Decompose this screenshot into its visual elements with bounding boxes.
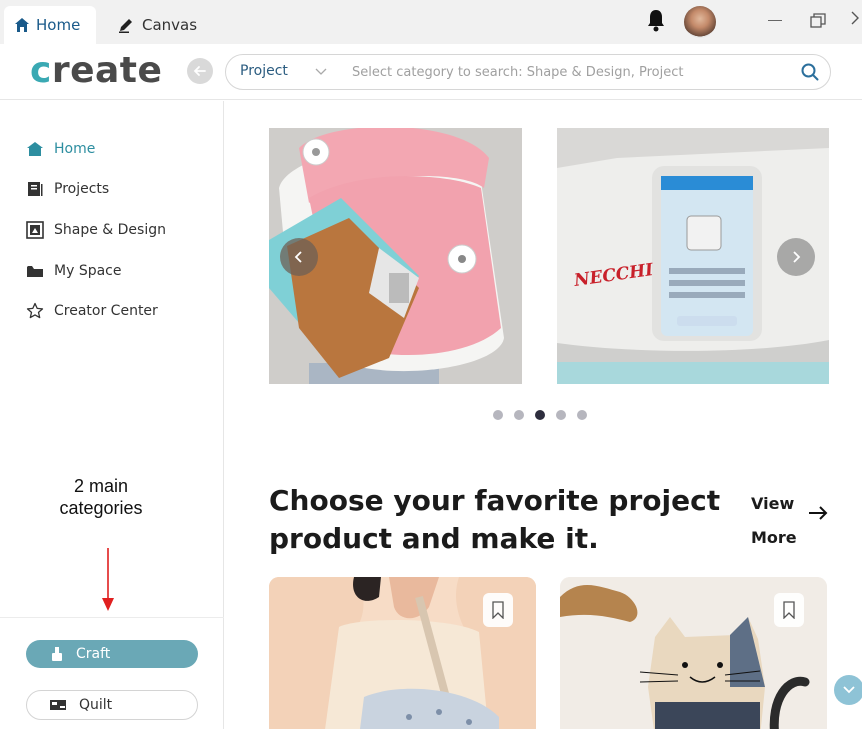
quilt-category-button[interactable]: Quilt bbox=[26, 690, 198, 720]
scroll-down-button[interactable] bbox=[834, 675, 862, 705]
chevron-down-icon[interactable] bbox=[314, 62, 328, 84]
chevron-right-icon bbox=[793, 251, 801, 263]
tab-home[interactable]: Home bbox=[4, 6, 96, 44]
tab-canvas[interactable]: Canvas bbox=[112, 6, 197, 44]
chevron-down-icon bbox=[843, 686, 855, 694]
search-icon[interactable] bbox=[800, 62, 820, 86]
carousel-dot[interactable] bbox=[493, 410, 503, 420]
sidebar-item-label: Shape & Design bbox=[54, 222, 166, 238]
project-card[interactable] bbox=[269, 577, 536, 729]
bookmark-icon bbox=[783, 601, 795, 619]
star-icon bbox=[26, 302, 44, 319]
search-input[interactable] bbox=[352, 61, 782, 83]
chevron-left-icon bbox=[294, 251, 302, 263]
carousel-prev-button[interactable] bbox=[280, 238, 318, 276]
logo-first-letter: c bbox=[30, 50, 52, 91]
projects-icon bbox=[28, 182, 43, 196]
close-icon[interactable] bbox=[850, 10, 860, 30]
carousel-dot-active[interactable] bbox=[535, 410, 545, 420]
annotation-line-2: categories bbox=[59, 498, 143, 518]
craft-icon bbox=[52, 647, 62, 661]
sidebar: Home Projects Shape & Design My Space Cr… bbox=[0, 101, 224, 729]
sidebar-item-label: Projects bbox=[54, 181, 110, 197]
back-button[interactable] bbox=[187, 58, 213, 84]
home-icon bbox=[15, 18, 29, 32]
sidebar-item-home[interactable]: Home bbox=[26, 137, 95, 161]
sidebar-item-label: Creator Center bbox=[54, 303, 158, 319]
craft-category-button[interactable]: Craft bbox=[26, 640, 198, 668]
title-bar: Home Canvas bbox=[0, 0, 862, 44]
quilt-label: Quilt bbox=[79, 697, 113, 713]
view-more-line-1: View bbox=[751, 494, 795, 513]
sidebar-item-my-space[interactable]: My Space bbox=[26, 259, 121, 283]
quilt-icon bbox=[50, 700, 66, 710]
app-header: create Project bbox=[0, 44, 862, 100]
sidebar-item-label: My Space bbox=[54, 263, 122, 279]
home-icon bbox=[27, 142, 43, 156]
bookmark-icon bbox=[492, 601, 504, 619]
sidebar-item-label: Home bbox=[54, 141, 96, 157]
shape-design-icon bbox=[26, 221, 44, 239]
folder-icon bbox=[27, 266, 43, 277]
sidebar-divider bbox=[0, 617, 224, 618]
sidebar-item-projects[interactable]: Projects bbox=[26, 177, 109, 201]
carousel-dot[interactable] bbox=[514, 410, 524, 420]
logo-rest: reate bbox=[51, 50, 163, 91]
arrow-right-icon[interactable] bbox=[807, 505, 829, 521]
carousel-next-button[interactable] bbox=[777, 238, 815, 276]
view-more-line-2: More bbox=[751, 528, 797, 547]
search-category-select[interactable]: Project bbox=[240, 63, 288, 79]
annotation-arrow-icon bbox=[102, 548, 114, 611]
search-bar: Project bbox=[225, 54, 831, 90]
view-more-link[interactable]: View More bbox=[751, 487, 807, 555]
sidebar-item-creator-center[interactable]: Creator Center bbox=[26, 299, 158, 323]
bookmark-button[interactable] bbox=[483, 593, 513, 627]
annotation-line-1: 2 main bbox=[73, 476, 129, 496]
create-logo[interactable]: create bbox=[30, 50, 162, 91]
carousel-dot[interactable] bbox=[577, 410, 587, 420]
bell-icon[interactable] bbox=[646, 8, 666, 36]
carousel-dots bbox=[493, 410, 587, 420]
craft-label: Craft bbox=[76, 646, 111, 662]
carousel-dot[interactable] bbox=[556, 410, 566, 420]
main-content: NECCHI Choose your favorite project prod… bbox=[225, 101, 862, 729]
pen-icon bbox=[119, 19, 132, 33]
avatar[interactable] bbox=[684, 6, 716, 38]
project-card[interactable] bbox=[560, 577, 827, 729]
section-title: Choose your favorite project product and… bbox=[269, 484, 721, 555]
annotation-text: 2 main categories bbox=[30, 475, 172, 519]
minimize-icon[interactable] bbox=[768, 20, 782, 21]
tab-canvas-label: Canvas bbox=[142, 16, 198, 34]
maximize-icon[interactable] bbox=[810, 13, 826, 28]
bookmark-button[interactable] bbox=[774, 593, 804, 627]
arrow-left-icon bbox=[193, 66, 206, 76]
tab-home-label: Home bbox=[36, 16, 81, 34]
sidebar-item-shape-design[interactable]: Shape & Design bbox=[26, 218, 166, 242]
